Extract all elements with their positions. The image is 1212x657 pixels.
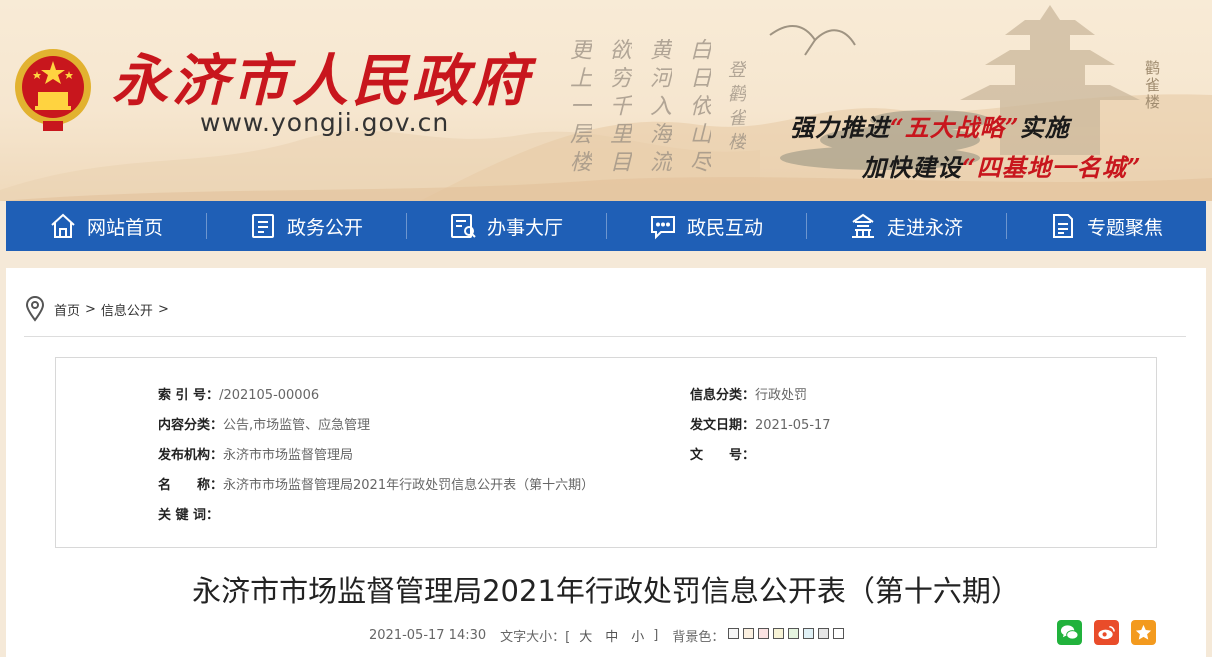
meta-publisher-value: 永济市市场监督管理局 (223, 448, 354, 463)
font-size-large-button[interactable]: 大 (579, 626, 592, 645)
slogan-1-highlight: “五大战略” (890, 113, 1020, 142)
wechat-icon (1060, 625, 1079, 640)
nav-label: 走进永济 (886, 216, 963, 239)
meta-name: 名 称：永济市市场监督管理局2021年行政处罚信息公开表（第十六期） (158, 474, 594, 493)
home-icon (51, 213, 75, 238)
breadcrumb-separator: > (157, 301, 169, 317)
location-pin-icon (25, 296, 45, 322)
meta-category: 信息分类：行政处罚 (690, 384, 807, 403)
breadcrumb-current[interactable]: 信息公开 (101, 300, 153, 319)
background-swatch[interactable] (773, 628, 785, 639)
meta-index: 索 引 号：/202105-00006 (158, 384, 319, 403)
background-swatch[interactable] (803, 628, 815, 639)
background-swatch[interactable] (728, 628, 740, 639)
meta-date-label: 发文日期： (690, 418, 756, 433)
nav-item-special-topics[interactable]: 专题聚焦 (1006, 201, 1206, 251)
meta-date-value: 2021-05-17 (755, 418, 831, 433)
publish-datetime: 2021-05-17 14:30 (369, 628, 487, 643)
nav-item-interaction[interactable]: 政民互动 (606, 201, 806, 251)
favorite-button[interactable] (1131, 620, 1156, 645)
header-banner: 永济市人民政府 www.yongji.gov.cn 更上一层楼 欲穷千里目 黄河… (0, 0, 1212, 201)
share-weibo-button[interactable] (1094, 620, 1119, 645)
meta-index-label: 索 引 号： (158, 388, 220, 403)
article-toolbar: 2021-05-17 14:30 文字大小：[ 大 中 小 ] 背景色： (369, 626, 845, 645)
background-swatch[interactable] (833, 628, 845, 639)
meta-content-value: 公告,市场监管、应急管理 (223, 418, 371, 433)
document-metadata: 索 引 号：/202105-00006 信息分类：行政处罚 内容分类：公告,市场… (55, 357, 1157, 548)
breadcrumb: 首页 > 信息公开 > (24, 296, 174, 322)
calligraphy-column: 黄河入海流 (646, 38, 671, 178)
main-nav: 网站首页 政务公开 办事大厅 政民互动 走进永济 专题聚焦 (6, 201, 1206, 251)
slogan-line-2: 加快建设“四基地一名城” (862, 148, 1142, 183)
nav-item-home[interactable]: 网站首页 (6, 201, 206, 251)
meta-name-label: 名 称： (158, 478, 224, 493)
nav-label: 专题聚焦 (1086, 216, 1163, 239)
topic-document-icon (1052, 214, 1073, 238)
nav-item-government-affairs[interactable]: 政务公开 (206, 201, 406, 251)
site-url[interactable]: www.yongji.gov.cn (200, 108, 449, 137)
meta-keywords-label: 关 键 词： (158, 508, 220, 523)
calligraphy-column: 更上一层楼 (566, 38, 591, 178)
calligraphy-column: 登鹳雀楼 (725, 60, 746, 156)
nav-label: 办事大厅 (486, 216, 563, 239)
breadcrumb-home[interactable]: 首页 (54, 300, 80, 319)
national-emblem-icon (15, 49, 91, 131)
slogan-1-prefix: 强力推进 (790, 113, 890, 142)
service-hall-icon (450, 214, 476, 238)
meta-doc-number: 文 号： (690, 444, 755, 463)
chat-bubble-icon (650, 216, 675, 240)
meta-publisher-label: 发布机构： (158, 448, 224, 463)
nav-label: 政务公开 (286, 216, 363, 239)
nav-label: 网站首页 (86, 216, 163, 239)
nav-item-service-hall[interactable]: 办事大厅 (406, 201, 606, 251)
background-swatches (724, 628, 845, 643)
nav-item-about-yongji[interactable]: 走进永济 (806, 201, 1006, 251)
document-list-icon (251, 214, 274, 238)
calligraphy-column: 欲穷千里目 (606, 38, 631, 178)
pavilion-icon (851, 213, 874, 238)
slogan-1-suffix: 实施 (1019, 113, 1070, 142)
page-title: 永济市市场监督管理局2021年行政处罚信息公开表（第十六期） (192, 574, 1020, 608)
meta-index-value: /202105-00006 (219, 388, 320, 403)
breadcrumb-separator: > (85, 301, 96, 317)
font-size-end: ] (653, 628, 659, 643)
favorite-star-icon (1135, 624, 1152, 640)
background-swatch[interactable] (758, 628, 770, 639)
meta-keywords: 关 键 词： (158, 504, 219, 523)
meta-publisher: 发布机构：永济市市场监督管理局 (158, 444, 353, 463)
meta-content-label: 内容分类： (158, 418, 224, 433)
divider (24, 336, 1186, 337)
meta-content: 内容分类：公告,市场监管、应急管理 (158, 414, 370, 433)
slogan-2-highlight: “四基地一名城” (962, 153, 1142, 182)
font-size-label: 文字大小：[ (500, 630, 571, 645)
meta-date: 发文日期：2021-05-17 (690, 414, 831, 433)
tower-label: 鹳雀楼 (1143, 60, 1161, 111)
nav-label: 政民互动 (686, 216, 763, 239)
slogan-2-prefix: 加快建设 (862, 153, 962, 182)
background-color-label: 背景色： (672, 630, 725, 645)
meta-name-value: 永济市市场监督管理局2021年行政处罚信息公开表（第十六期） (223, 478, 595, 493)
font-size-small-button[interactable]: 小 (631, 626, 644, 645)
meta-doc-number-label: 文 号： (690, 448, 756, 463)
weibo-icon (1098, 626, 1115, 640)
background-swatch[interactable] (818, 628, 830, 639)
font-size-medium-button[interactable]: 中 (605, 626, 618, 645)
background-swatch[interactable] (788, 628, 800, 639)
meta-category-label: 信息分类： (690, 388, 756, 403)
background-swatch[interactable] (743, 628, 755, 639)
content-area: 首页 > 信息公开 > 索 引 号：/202105-00006 信息分类：行政处… (6, 268, 1206, 657)
share-wechat-button[interactable] (1057, 620, 1082, 645)
calligraphy-column: 白日依山尽 (686, 38, 711, 178)
slogan-line-1: 强力推进“五大战略”实施 (790, 108, 1070, 143)
site-title[interactable]: 永济市人民政府 (112, 36, 532, 117)
meta-category-value: 行政处罚 (755, 388, 808, 403)
